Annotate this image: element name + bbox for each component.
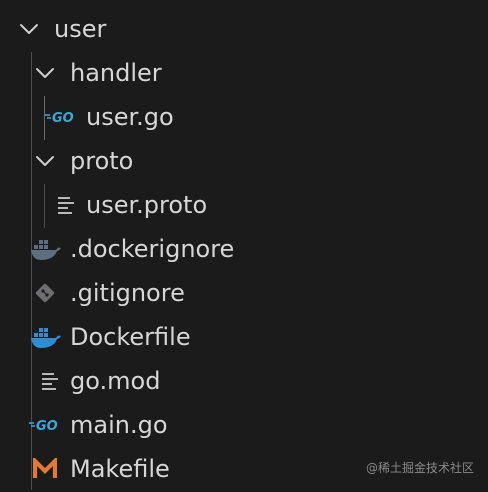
svg-text:GO: GO [52, 111, 74, 126]
docker-icon [31, 328, 61, 348]
folder-label: handler [70, 59, 162, 87]
file-gitignore[interactable]: .gitignore [0, 272, 488, 316]
file-label: go.mod [70, 367, 161, 395]
chevron-down-icon [36, 156, 54, 166]
file-go-mod[interactable]: go.mod [0, 360, 488, 404]
file-explorer-tree: user handler GO user.go proto user.proto [0, 0, 488, 490]
file-label: user.proto [86, 191, 208, 219]
file-label: .dockerignore [70, 235, 235, 263]
file-label: .gitignore [70, 279, 185, 307]
folder-handler[interactable]: handler [0, 52, 488, 96]
watermark: @稀土掘金技术社区 [365, 461, 474, 475]
text-file-icon [58, 197, 74, 214]
folder-user[interactable]: user [0, 8, 488, 52]
file-dockerfile[interactable]: Dockerfile [0, 316, 488, 360]
makefile-icon [33, 458, 57, 478]
file-label: Dockerfile [70, 323, 191, 351]
folder-label: proto [70, 147, 134, 175]
go-file-icon: GO [45, 111, 74, 126]
file-user-go[interactable]: GO user.go [0, 96, 488, 140]
svg-text:GO: GO [36, 419, 58, 434]
folder-label: user [54, 15, 107, 43]
file-user-proto[interactable]: user.proto [0, 184, 488, 228]
git-icon [35, 283, 55, 303]
file-dockerignore[interactable]: .dockerignore [0, 228, 488, 272]
file-label: Makefile [70, 455, 170, 483]
chevron-down-icon [20, 24, 38, 34]
go-file-icon: GO [29, 419, 58, 434]
chevron-down-icon [36, 68, 54, 78]
text-file-icon [42, 373, 58, 390]
docker-icon [31, 240, 61, 260]
folder-proto[interactable]: proto [0, 140, 488, 184]
file-main-go[interactable]: GO main.go [0, 404, 488, 448]
file-label: user.go [86, 103, 174, 131]
file-label: main.go [70, 411, 168, 439]
